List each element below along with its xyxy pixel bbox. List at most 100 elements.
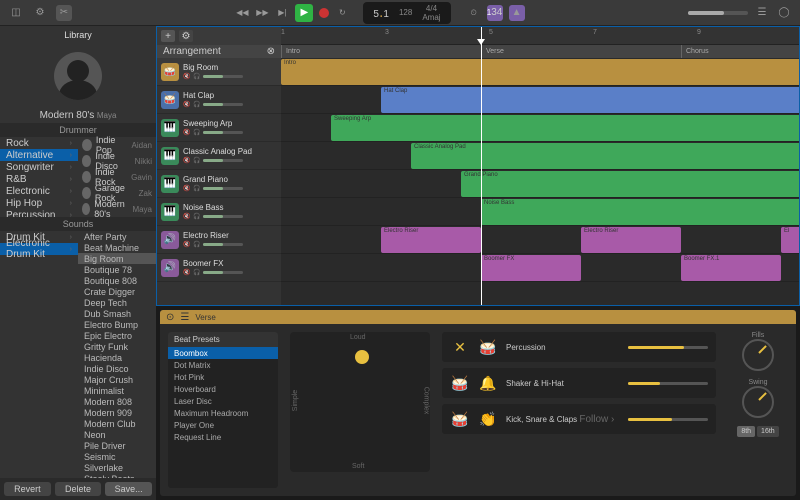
sound-item[interactable]: Beat Machine bbox=[78, 242, 156, 253]
swing-knob[interactable] bbox=[742, 386, 774, 418]
track-header[interactable]: 🎹Noise Bass🔇🎧 bbox=[157, 198, 281, 226]
editor-power-icon[interactable]: ⊙ bbox=[166, 312, 174, 323]
instrument-slider[interactable] bbox=[628, 418, 708, 421]
add-track-button[interactable]: + bbox=[161, 30, 175, 42]
master-volume-slider[interactable] bbox=[688, 11, 748, 15]
ruler[interactable]: 13579 bbox=[281, 27, 799, 45]
library-icon[interactable]: ◫ bbox=[8, 5, 24, 21]
mute-button[interactable]: 🔇 bbox=[183, 129, 191, 137]
track-header[interactable]: 🥁Hat Clap🔇🎧 bbox=[157, 86, 281, 114]
instrument-row[interactable]: 🥁👏Kick, Snare & Claps Follow › bbox=[442, 404, 716, 434]
toggle-8th[interactable]: 8th bbox=[737, 426, 755, 437]
sound-item[interactable]: Boutique 78 bbox=[78, 264, 156, 275]
sound-item[interactable]: Dub Smash bbox=[78, 308, 156, 319]
solo-button[interactable]: 🎧 bbox=[193, 73, 201, 81]
track-header[interactable]: 🔊Boomer FX🔇🎧 bbox=[157, 254, 281, 282]
drummer-item[interactable]: Modern 80's Maya bbox=[78, 201, 156, 217]
instrument-slider[interactable] bbox=[628, 346, 708, 349]
instrument-icon[interactable]: 🔔 bbox=[478, 373, 498, 393]
preset-item[interactable]: Boombox bbox=[168, 347, 278, 359]
track-volume-slider[interactable] bbox=[203, 187, 243, 190]
mute-button[interactable]: 🔇 bbox=[183, 101, 191, 109]
track-volume-slider[interactable] bbox=[203, 243, 243, 246]
sound-item[interactable]: Seismic bbox=[78, 451, 156, 462]
settings-icon[interactable]: ⚙ bbox=[32, 5, 48, 21]
sound-item[interactable]: Silverlake bbox=[78, 462, 156, 473]
solo-button[interactable]: 🎧 bbox=[193, 157, 201, 165]
instrument-icon[interactable]: 🥁 bbox=[450, 409, 470, 429]
preset-item[interactable]: Request Line bbox=[168, 431, 278, 443]
save-button[interactable]: Save... bbox=[105, 482, 152, 496]
sound-item[interactable]: Deep Tech bbox=[78, 297, 156, 308]
delete-button[interactable]: Delete bbox=[55, 482, 102, 496]
track-lane[interactable]: Sweeping Arp bbox=[281, 114, 799, 142]
playhead[interactable] bbox=[481, 27, 482, 305]
sound-item[interactable]: After Party bbox=[78, 231, 156, 242]
solo-button[interactable]: 🎧 bbox=[193, 101, 201, 109]
mute-button[interactable]: 🔇 bbox=[183, 73, 191, 81]
region[interactable]: Electro Riser bbox=[581, 227, 681, 253]
preset-item[interactable]: Hoverboard bbox=[168, 383, 278, 395]
record-button[interactable] bbox=[319, 8, 329, 18]
sound-item[interactable]: Neon bbox=[78, 429, 156, 440]
timeline[interactable]: 13579 IntroVerseChorus IntroHat ClapSwee… bbox=[281, 27, 799, 305]
sound-item[interactable]: Modern 909 bbox=[78, 407, 156, 418]
track-lane[interactable]: Intro bbox=[281, 58, 799, 86]
xy-pad[interactable]: Loud Soft Simple Complex bbox=[290, 332, 430, 472]
track-lane[interactable]: Boomer FXBoomer FX.1 bbox=[281, 254, 799, 282]
genre-item[interactable]: Hip Hop› bbox=[0, 197, 78, 209]
genre-item[interactable]: Rock› bbox=[0, 137, 78, 149]
region[interactable]: Classic Analog Pad bbox=[411, 143, 799, 169]
drummer-avatar[interactable] bbox=[54, 52, 102, 100]
arrangement-header[interactable]: Arrangement⊗ bbox=[157, 45, 281, 58]
track-header[interactable]: 🥁Big Room🔇🎧 bbox=[157, 58, 281, 86]
instrument-slider[interactable] bbox=[628, 382, 708, 385]
instrument-icon[interactable]: ✕ bbox=[450, 337, 470, 357]
cycle-button[interactable]: ↻ bbox=[335, 6, 349, 20]
sound-item[interactable]: Gritty Funk bbox=[78, 341, 156, 352]
arrangement-marker[interactable]: Intro bbox=[281, 45, 481, 58]
region[interactable]: Boomer FX bbox=[481, 255, 581, 281]
sound-item[interactable]: Modern 808 bbox=[78, 396, 156, 407]
sound-item[interactable]: Modern Club bbox=[78, 418, 156, 429]
lcd-display[interactable]: 5.1 128 4/4Amaj bbox=[363, 2, 450, 24]
track-volume-slider[interactable] bbox=[203, 159, 243, 162]
scissors-icon[interactable]: ✂ bbox=[56, 5, 72, 21]
instrument-icon[interactable]: 🥁 bbox=[450, 373, 470, 393]
sound-item[interactable]: Minimalist bbox=[78, 385, 156, 396]
track-volume-slider[interactable] bbox=[203, 215, 243, 218]
arrangement-marker[interactable]: Verse bbox=[481, 45, 681, 58]
metronome-button[interactable]: ▲ bbox=[509, 5, 525, 21]
loops-icon[interactable]: ◯ bbox=[776, 5, 792, 21]
instrument-icon[interactable]: 🥁 bbox=[478, 337, 498, 357]
sound-item[interactable]: Pile Driver bbox=[78, 440, 156, 451]
track-lane[interactable]: Hat Clap bbox=[281, 86, 799, 114]
forward-button[interactable]: ▶▶ bbox=[255, 6, 269, 20]
sound-item[interactable]: Major Crush bbox=[78, 374, 156, 385]
track-lane[interactable]: Noise Bass bbox=[281, 198, 799, 226]
solo-button[interactable]: 🎧 bbox=[193, 269, 201, 277]
revert-button[interactable]: Revert bbox=[4, 482, 51, 496]
track-lane[interactable]: Electro RiserElectro RiserEl bbox=[281, 226, 799, 254]
tuner-icon[interactable]: ⏲ bbox=[467, 6, 481, 20]
region[interactable]: Intro bbox=[281, 59, 799, 85]
genre-item[interactable]: Electronic› bbox=[0, 185, 78, 197]
sound-category[interactable]: Electronic Drum Kit› bbox=[0, 243, 78, 255]
genre-item[interactable]: Alternative› bbox=[0, 149, 78, 161]
sound-item[interactable]: Indie Disco bbox=[78, 363, 156, 374]
region[interactable]: Sweeping Arp bbox=[331, 115, 799, 141]
region[interactable]: El bbox=[781, 227, 799, 253]
track-header[interactable]: 🎹Grand Piano🔇🎧 bbox=[157, 170, 281, 198]
arrangement-marker[interactable]: Chorus bbox=[681, 45, 799, 58]
instrument-row[interactable]: ✕🥁Percussion bbox=[442, 332, 716, 362]
track-header[interactable]: 🎹Classic Analog Pad🔇🎧 bbox=[157, 142, 281, 170]
sound-item[interactable]: Crate Digger bbox=[78, 286, 156, 297]
mute-button[interactable]: 🔇 bbox=[183, 269, 191, 277]
preset-item[interactable]: Maximum Headroom bbox=[168, 407, 278, 419]
solo-button[interactable]: 🎧 bbox=[193, 213, 201, 221]
sound-item[interactable]: Hacienda bbox=[78, 352, 156, 363]
solo-button[interactable]: 🎧 bbox=[193, 241, 201, 249]
track-lane[interactable]: Grand Piano bbox=[281, 170, 799, 198]
preset-item[interactable]: Dot Matrix bbox=[168, 359, 278, 371]
sound-item[interactable]: Big Room bbox=[78, 253, 156, 264]
